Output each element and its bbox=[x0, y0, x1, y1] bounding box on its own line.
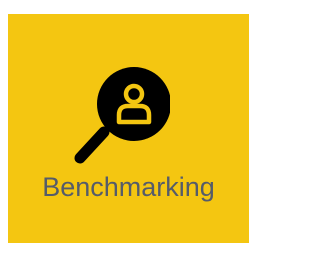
benchmarking-tile[interactable]: Benchmarking bbox=[8, 14, 249, 243]
magnifier-person-icon bbox=[74, 67, 170, 164]
tile-label: Benchmarking bbox=[42, 172, 215, 202]
